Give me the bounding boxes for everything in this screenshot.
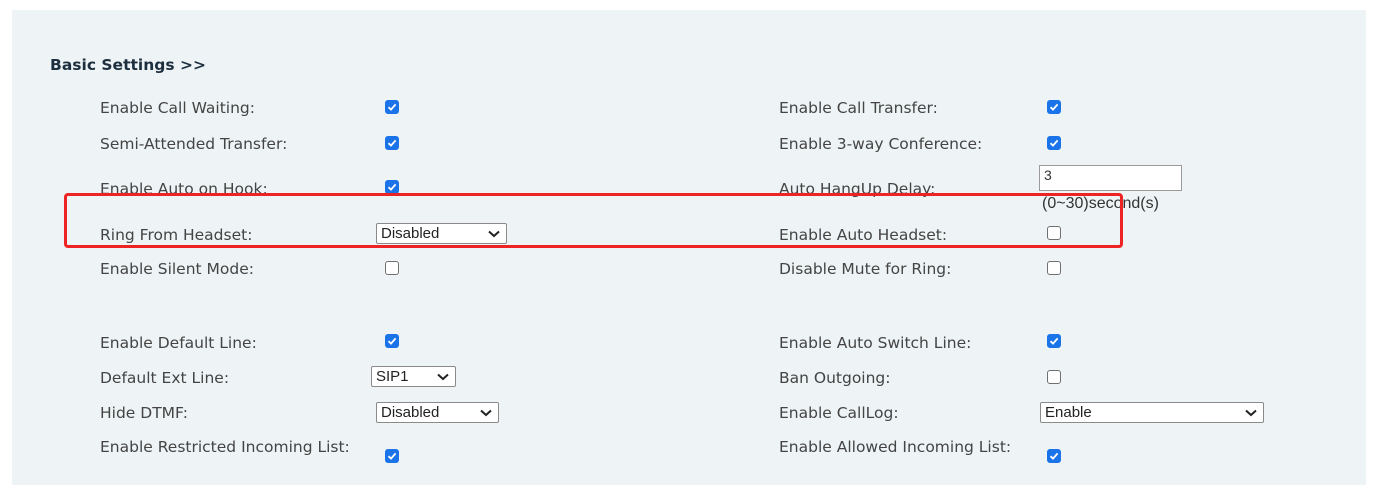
check-icon <box>387 337 397 345</box>
three-way-conference-label: Enable 3-way Conference: <box>779 135 983 153</box>
semi-attended-transfer-checkbox[interactable] <box>385 136 399 150</box>
check-icon <box>387 452 397 460</box>
auto-on-hook-checkbox[interactable] <box>385 180 399 194</box>
default-ext-line-label: Default Ext Line: <box>100 369 230 387</box>
check-icon <box>387 139 397 147</box>
auto-switch-line-label: Enable Auto Switch Line: <box>779 334 972 352</box>
call-waiting-checkbox[interactable] <box>385 100 399 114</box>
three-way-conference-checkbox[interactable] <box>1047 136 1061 150</box>
check-icon <box>1049 337 1059 345</box>
check-icon <box>387 103 397 111</box>
hide-dtmf-label: Hide DTMF: <box>100 404 188 422</box>
check-icon <box>387 183 397 191</box>
calllog-label: Enable CallLog: <box>779 404 899 422</box>
call-transfer-checkbox[interactable] <box>1047 100 1061 114</box>
chevron-down-icon <box>480 409 492 417</box>
disable-mute-for-ring-checkbox[interactable] <box>1047 261 1061 275</box>
chevron-down-icon <box>1245 409 1257 417</box>
check-icon <box>1049 139 1059 147</box>
ban-outgoing-label: Ban Outgoing: <box>779 369 891 387</box>
silent-mode-label: Enable Silent Mode: <box>100 260 254 278</box>
check-icon <box>1049 103 1059 111</box>
hide-dtmf-value: Disabled <box>381 404 440 421</box>
default-line-checkbox[interactable] <box>385 334 399 348</box>
calllog-select[interactable]: Enable <box>1040 402 1264 423</box>
default-ext-line-select[interactable]: SIP1 <box>371 366 456 387</box>
disable-mute-for-ring-label: Disable Mute for Ring: <box>779 260 952 278</box>
auto-hangup-delay-input[interactable]: 3 <box>1039 165 1182 191</box>
auto-switch-line-checkbox[interactable] <box>1047 334 1061 348</box>
ban-outgoing-checkbox[interactable] <box>1047 370 1061 384</box>
semi-attended-transfer-label: Semi-Attended Transfer: <box>100 135 288 153</box>
default-line-label: Enable Default Line: <box>100 334 257 352</box>
highlight-box <box>64 193 1123 248</box>
call-transfer-label: Enable Call Transfer: <box>779 99 938 117</box>
call-waiting-label: Enable Call Waiting: <box>100 99 255 117</box>
hide-dtmf-select[interactable]: Disabled <box>376 402 499 423</box>
check-icon <box>1049 452 1059 460</box>
restricted-incoming-list-label: Enable Restricted Incoming List: <box>100 438 350 456</box>
allowed-incoming-list-label: Enable Allowed Incoming List: <box>779 438 1012 456</box>
silent-mode-checkbox[interactable] <box>385 261 399 275</box>
section-title: Basic Settings >> <box>50 56 206 74</box>
restricted-incoming-list-checkbox[interactable] <box>385 449 399 463</box>
calllog-value: Enable <box>1045 404 1092 421</box>
chevron-down-icon <box>437 373 449 381</box>
allowed-incoming-list-checkbox[interactable] <box>1047 449 1061 463</box>
default-ext-line-value: SIP1 <box>376 368 409 385</box>
